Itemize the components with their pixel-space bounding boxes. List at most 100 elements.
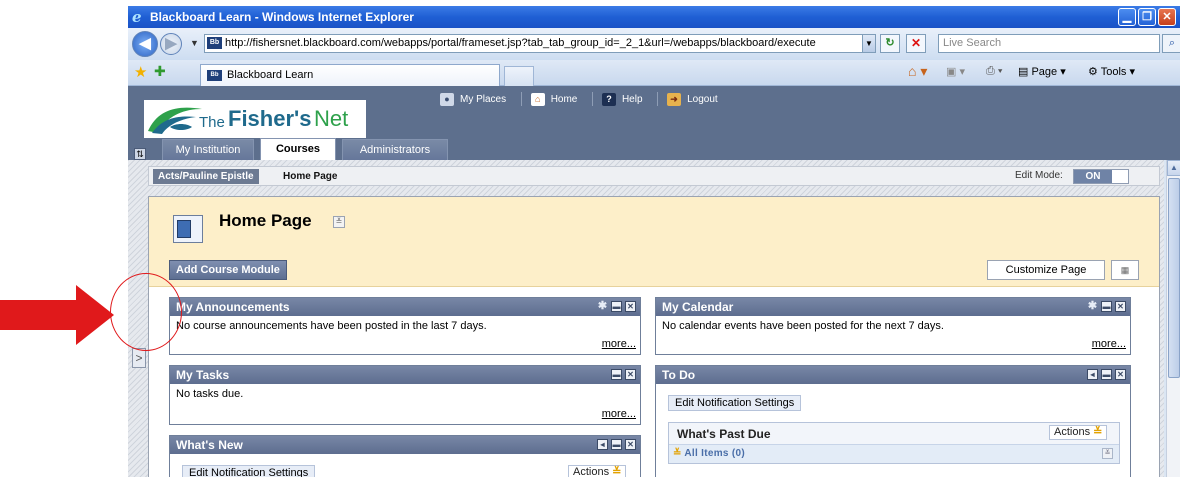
module-my-calendar: My Calendar ✱ ▬ ✕ No calendar events have … bbox=[655, 297, 1131, 355]
expand-icon[interactable]: ◂ bbox=[597, 439, 608, 450]
search-icon[interactable]: ⌕ bbox=[1162, 34, 1180, 53]
scrollbar-thumb[interactable] bbox=[1168, 178, 1180, 378]
minimize-icon[interactable]: ▬ bbox=[1101, 301, 1112, 312]
module-message: No tasks due. bbox=[176, 388, 244, 400]
help-icon: ? bbox=[601, 92, 616, 106]
vertical-scrollbar[interactable]: ▲ bbox=[1166, 160, 1180, 477]
actions-label: Actions bbox=[1054, 426, 1091, 438]
help-link[interactable]: Help bbox=[622, 94, 643, 105]
page-header: Home Page ≚ Add Course Module Customize … bbox=[149, 197, 1159, 287]
minimize-icon[interactable]: ▬ bbox=[611, 301, 622, 312]
gear-icon[interactable]: ✱ bbox=[597, 301, 608, 312]
close-button[interactable]: ✕ bbox=[1158, 8, 1176, 26]
module-header: To Do ◂ ▬ ✕ bbox=[656, 366, 1130, 384]
logout-link[interactable]: Logout bbox=[687, 94, 718, 105]
section-title: What's Past Due bbox=[677, 427, 771, 441]
minimize-button[interactable]: ▁ bbox=[1118, 8, 1136, 26]
ie-logo-icon: e bbox=[132, 8, 142, 26]
minimize-icon[interactable]: ▬ bbox=[611, 439, 622, 450]
screenshot: e Blackboard Learn - Windows Internet Ex… bbox=[0, 0, 1180, 477]
layout-icon[interactable]: ▦ bbox=[1111, 260, 1139, 280]
favorites-star-icon[interactable]: ★ bbox=[134, 63, 147, 81]
home-icon[interactable]: ⌂ ▾ bbox=[908, 63, 927, 80]
annotation-arrow bbox=[0, 285, 114, 345]
logo-the: The bbox=[199, 114, 225, 131]
actions-menu[interactable]: Actions ≚ bbox=[1049, 425, 1108, 440]
close-icon[interactable]: ✕ bbox=[625, 369, 636, 380]
tab-my-institution[interactable]: My Institution bbox=[162, 139, 254, 160]
show-menu-toggle[interactable]: > bbox=[132, 348, 146, 368]
print-icon[interactable]: ⎙ ▾ bbox=[986, 65, 1002, 78]
more-link[interactable]: more... bbox=[1092, 338, 1126, 350]
back-button[interactable]: ◀ bbox=[132, 31, 158, 57]
module-controls: ◂ ▬ ✕ bbox=[594, 439, 636, 451]
stop-button[interactable]: ✕ bbox=[906, 34, 926, 53]
tools-menu[interactable]: ⚙ Tools ▾ bbox=[1088, 65, 1135, 78]
expand-icon[interactable]: ◂ bbox=[1087, 369, 1098, 380]
forward-button[interactable]: ▶ bbox=[160, 33, 182, 55]
refresh-button[interactable]: ↻ bbox=[880, 34, 900, 53]
my-places-icon: ● bbox=[440, 92, 454, 106]
module-title: My Calendar bbox=[662, 300, 734, 314]
more-link[interactable]: more... bbox=[602, 338, 636, 350]
annotation-circle bbox=[110, 273, 182, 351]
actions-menu[interactable]: Actions ≚ bbox=[568, 465, 627, 477]
module-title: My Announcements bbox=[176, 300, 290, 314]
my-places-link[interactable]: My Places bbox=[460, 94, 506, 105]
logo-swoosh-icon bbox=[148, 107, 202, 134]
chevron-down-icon: ≚ bbox=[1093, 426, 1103, 438]
fishers-net-logo[interactable]: The Fisher's Net bbox=[144, 100, 366, 138]
page-menu[interactable]: ▤ Page ▾ bbox=[1018, 65, 1066, 78]
address-input[interactable]: Bb http://fishersnet.blackboard.com/weba… bbox=[204, 34, 876, 53]
module-controls: ◂ ▬ ✕ bbox=[1084, 369, 1126, 381]
module-header: My Calendar ✱ ▬ ✕ bbox=[656, 298, 1130, 316]
module-message: No course announcements have been posted… bbox=[176, 320, 487, 332]
module-my-tasks: My Tasks ▬ ✕ No tasks due. more... bbox=[169, 365, 641, 425]
tab-courses[interactable]: Courses bbox=[260, 138, 336, 161]
all-items-label: ≚ All Items (0) bbox=[673, 448, 745, 459]
window-title: Blackboard Learn - Windows Internet Expl… bbox=[150, 10, 414, 24]
blackboard-header: The Fisher's Net ● My Places ⌂ Home ? Help … bbox=[128, 86, 1180, 161]
customize-page-button[interactable]: Customize Page bbox=[987, 260, 1105, 280]
address-toolbar: ◀ ▶ ▼ Bb http://fishersnet.blackboard.co… bbox=[128, 28, 1180, 60]
all-items-row[interactable]: ≚ All Items (0) ≚ bbox=[669, 444, 1119, 463]
add-favorites-icon[interactable]: ✚ bbox=[154, 63, 166, 80]
edit-mode-toggle[interactable]: ON bbox=[1073, 169, 1129, 184]
scroll-up-icon[interactable]: ▲ bbox=[1167, 160, 1180, 176]
collapse-frame-icon[interactable]: ⇅ bbox=[134, 148, 146, 160]
module-controls: ✱ ▬ ✕ bbox=[1084, 301, 1126, 313]
close-icon[interactable]: ✕ bbox=[1115, 369, 1126, 380]
module-header: What's New ◂ ▬ ✕ bbox=[170, 436, 640, 454]
close-icon[interactable]: ✕ bbox=[625, 439, 636, 450]
whats-past-due-section: What's Past Due Actions ≚ ≚ All Items (0… bbox=[668, 422, 1120, 464]
add-course-module-button[interactable]: Add Course Module bbox=[169, 260, 287, 280]
tab-administrators[interactable]: Administrators bbox=[342, 139, 448, 160]
course-home-panel: Home Page ≚ Add Course Module Customize … bbox=[148, 196, 1160, 477]
minimize-icon[interactable]: ▬ bbox=[1101, 369, 1112, 380]
close-icon[interactable]: ✕ bbox=[625, 301, 636, 312]
address-dropdown-icon[interactable]: ▼ bbox=[862, 35, 875, 52]
maximize-button[interactable]: ❐ bbox=[1138, 8, 1156, 26]
chevron-down-icon[interactable]: ≚ bbox=[333, 216, 345, 228]
search-input[interactable]: Live Search bbox=[938, 34, 1160, 53]
new-tab-button[interactable] bbox=[504, 66, 534, 86]
edit-notification-settings-button[interactable]: Edit Notification Settings bbox=[668, 395, 802, 411]
tab-favicon-icon: Bb bbox=[207, 70, 222, 81]
close-icon[interactable]: ✕ bbox=[1115, 301, 1126, 312]
edit-notification-settings-button[interactable]: Edit Notification Settings bbox=[182, 465, 316, 477]
chevron-down-icon: ≚ bbox=[673, 448, 682, 459]
home-link[interactable]: Home bbox=[551, 94, 578, 105]
chevron-down-icon: ≚ bbox=[612, 466, 622, 477]
browser-window: e Blackboard Learn - Windows Internet Ex… bbox=[128, 6, 1180, 477]
minimize-icon[interactable]: ▬ bbox=[611, 369, 622, 380]
chevron-down-icon[interactable]: ≚ bbox=[1102, 448, 1113, 459]
recent-pages-dropdown-icon[interactable]: ▼ bbox=[190, 38, 199, 48]
feeds-icon[interactable]: ▣ ▾ bbox=[946, 65, 965, 78]
logo-net: Net bbox=[314, 106, 349, 131]
browser-tab[interactable]: Bb Blackboard Learn bbox=[200, 64, 500, 86]
module-title: My Tasks bbox=[176, 368, 230, 382]
more-link[interactable]: more... bbox=[602, 408, 636, 420]
breadcrumb-course[interactable]: Acts/Pauline Epistle bbox=[153, 169, 259, 184]
gear-icon[interactable]: ✱ bbox=[1087, 301, 1098, 312]
course-content-area: > Acts/Pauline Epistle Home Page Edit Mo… bbox=[128, 160, 1164, 477]
